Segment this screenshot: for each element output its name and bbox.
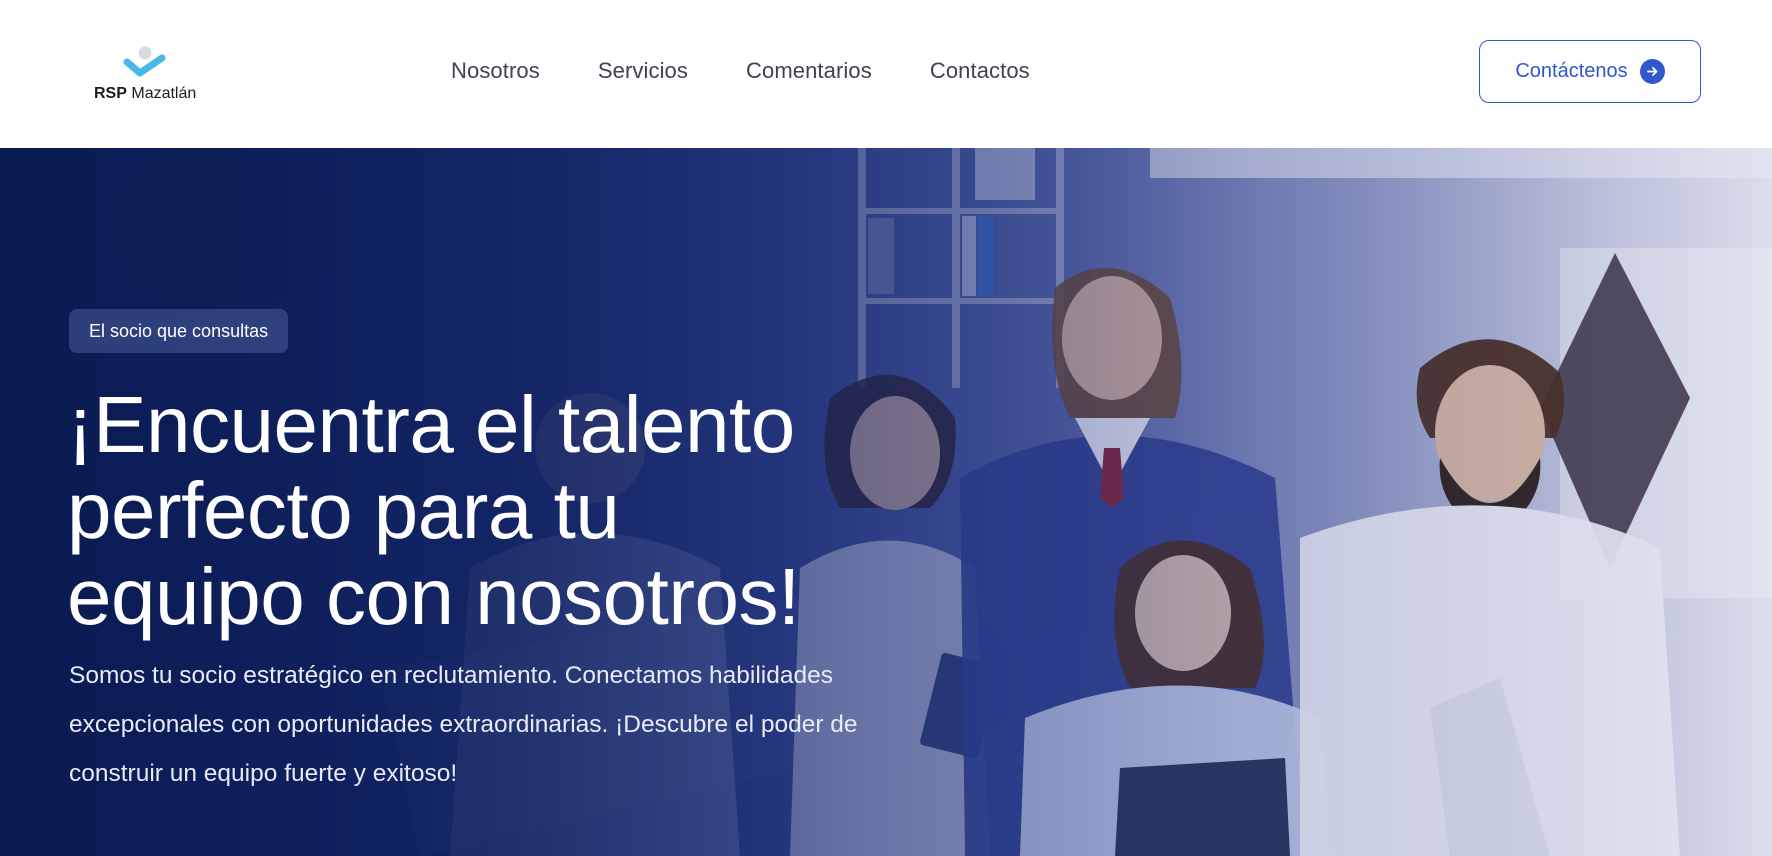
hero-description-line: construir un equipo fuerte y exitoso!: [69, 760, 458, 787]
contact-button-label: Contáctenos: [1515, 60, 1628, 82]
nav-link-nosotros[interactable]: Nosotros: [451, 58, 540, 84]
nav-link-comentarios[interactable]: Comentarios: [746, 58, 872, 84]
hero-title: ¡Encuentra el talento perfecto para tu e…: [67, 382, 967, 640]
hero-title-line: perfecto para tu: [67, 466, 620, 555]
nav-link-servicios[interactable]: Servicios: [598, 58, 688, 84]
arrow-right-circle-icon: [1639, 59, 1665, 84]
check-person-logo-icon: [123, 46, 166, 77]
main-nav: Nosotros Servicios Comentarios Contactos: [451, 56, 1030, 86]
hero-title-line: ¡Encuentra el talento: [67, 380, 795, 469]
hero-description: Somos tu socio estratégico en reclutamie…: [69, 651, 969, 798]
logo-brand: RSP: [94, 85, 127, 102]
contact-button[interactable]: Contáctenos: [1479, 40, 1701, 103]
logo-name: Mazatlán: [131, 85, 197, 102]
logo-text: RSP Mazatlán: [94, 85, 214, 103]
hero-badge: El socio que consultas: [69, 309, 289, 353]
hero-title-line: equipo con nosotros!: [67, 552, 800, 641]
hero-description-line: Somos tu socio estratégico en reclutamie…: [69, 662, 833, 689]
hero-section: El socio que consultas ¡Encuentra el tal…: [0, 148, 1772, 856]
hero-description-line: excepcionales con oportunidades extraord…: [69, 711, 858, 738]
nav-link-contactos[interactable]: Contactos: [930, 58, 1030, 84]
logo[interactable]: RSP Mazatlán: [94, 46, 204, 106]
site-header: RSP Mazatlán Nosotros Servicios Comentar…: [0, 0, 1772, 148]
